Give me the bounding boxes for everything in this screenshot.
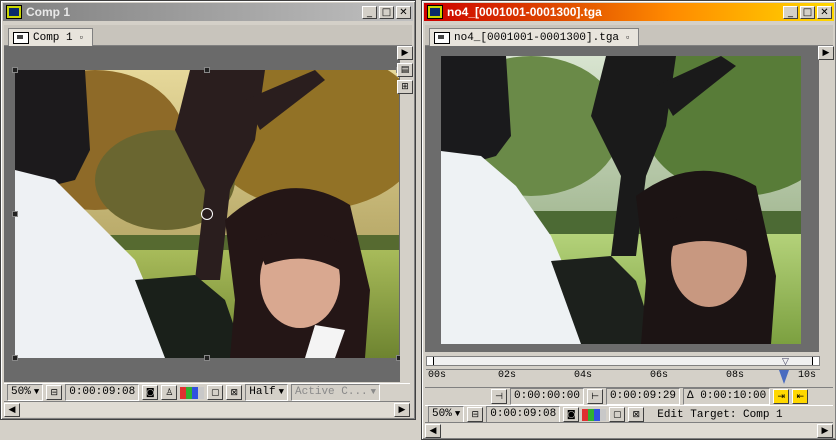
comp-side-tools: ▶ ▤ ⊞ <box>397 46 413 94</box>
current-time-marker-icon[interactable]: ▽ <box>782 356 789 367</box>
comp-tab-bar: Comp 1 ▫ <box>4 25 412 46</box>
minimize-icon[interactable]: _ <box>783 5 798 19</box>
tick-06s: 06s <box>650 370 669 381</box>
footage-viewer-controls: 50% ▼ ⊟ 0:00:09:08 ◙ ▢ ⊠ Edit Target: Com… <box>425 405 833 423</box>
camera-view-dropdown[interactable]: Active C... ▼ <box>291 384 381 401</box>
comp-navigator-icon[interactable]: ⊞ <box>397 80 413 94</box>
region-of-interest-icon[interactable]: ▢ <box>207 385 224 400</box>
close-icon[interactable]: ✕ <box>396 5 411 19</box>
resolution-dropdown[interactable]: Half ▼ <box>245 384 289 401</box>
tab-close-icon[interactable]: ▫ <box>79 33 84 43</box>
maximize-icon[interactable]: □ <box>379 5 394 19</box>
edit-target-label: Edit Target: Comp 1 <box>657 408 783 421</box>
current-time-display[interactable]: 0:00:09:08 <box>486 406 561 423</box>
layer-handle[interactable] <box>12 211 18 217</box>
magnification-dropdown[interactable]: 50% ▼ <box>7 384 44 401</box>
current-time-display[interactable]: 0:00:09:08 <box>65 384 140 401</box>
work-area-start-handle[interactable] <box>427 357 434 365</box>
comp-viewer-controls: 50% ▼ ⊟ 0:00:09:08 ◙ ♙ ▢ ⊠ Half ▼ Active C… <box>4 383 410 401</box>
tab-label: no4_[0001001-0001300].tga <box>454 31 620 44</box>
footage-window: no4_[0001001-0001300].tga _ □ ✕ no4_[000… <box>421 0 836 440</box>
maximize-icon[interactable]: □ <box>800 5 815 19</box>
tab-label: Comp 1 <box>33 31 73 44</box>
composition-icon <box>13 31 29 44</box>
layer-handle[interactable] <box>396 355 400 361</box>
color-channels-icon[interactable] <box>582 408 607 421</box>
footage-side-tools: ▶ <box>818 46 834 60</box>
window-title: Comp 1 <box>26 5 71 19</box>
comp-horizontal-scrollbar[interactable]: ◀ ▶ <box>4 401 410 417</box>
snapshot-icon[interactable]: ◙ <box>563 407 580 422</box>
tick-00s: 00s <box>428 370 447 381</box>
window-title: no4_[0001001-0001300].tga <box>447 5 602 19</box>
title-safe-icon[interactable]: ⊟ <box>467 407 484 422</box>
work-area-bar[interactable]: ▽ <box>426 356 820 366</box>
app-icon <box>6 5 22 19</box>
color-channels-icon[interactable] <box>180 386 205 399</box>
footage-icon <box>434 31 450 44</box>
layer-handle[interactable] <box>12 67 18 73</box>
layer-handle[interactable] <box>12 355 18 361</box>
comp-viewer[interactable] <box>4 46 400 382</box>
tab-close-icon[interactable]: ▫ <box>625 33 630 43</box>
show-snapshot-icon[interactable]: ♙ <box>161 385 178 400</box>
work-area-end-handle[interactable] <box>812 357 819 365</box>
transparency-grid-icon[interactable]: ⊠ <box>628 407 645 422</box>
region-of-interest-icon[interactable]: ▢ <box>609 407 626 422</box>
in-point-display[interactable]: 0:00:00:00 <box>510 388 585 405</box>
magnification-dropdown[interactable]: 50% ▼ <box>428 406 465 423</box>
scroll-left-icon[interactable]: ◀ <box>425 423 441 438</box>
tab-comp-1[interactable]: Comp 1 ▫ <box>8 28 94 46</box>
time-ruler[interactable]: 00s 02s 04s 06s 08s 10s <box>426 369 820 386</box>
layer-handle[interactable] <box>204 355 210 361</box>
playhead-icon[interactable] <box>779 370 789 384</box>
out-point-display[interactable]: 0:00:09:29 <box>606 388 681 405</box>
comp-window: Comp 1 _ □ ✕ Comp 1 ▫ ▶ ▤ ⊞ 50% ▼ ⊟ 0:00… <box>0 0 416 420</box>
close-icon[interactable]: ✕ <box>817 5 832 19</box>
footage-viewer[interactable] <box>425 46 819 352</box>
footage-photo <box>441 56 801 344</box>
footage-horizontal-scrollbar[interactable]: ◀ ▶ <box>425 422 833 438</box>
set-in-point-icon[interactable]: ⊣ <box>491 389 507 404</box>
minimize-icon[interactable]: _ <box>362 5 377 19</box>
footage-trim-controls: ⊣ 0:00:00:00 ⊢ 0:00:09:29 Δ 0:00:10:00 ⇥… <box>425 387 833 405</box>
footage-tab-bar: no4_[0001001-0001300].tga ▫ <box>425 25 833 46</box>
ripple-insert-icon[interactable]: ⇥ <box>773 389 790 404</box>
duration-display: Δ 0:00:10:00 <box>683 388 771 405</box>
flowchart-icon[interactable]: ▤ <box>397 63 413 77</box>
footage-title-bar[interactable]: no4_[0001001-0001300].tga _ □ ✕ <box>424 3 834 21</box>
snapshot-icon[interactable]: ◙ <box>142 385 159 400</box>
layer-handle[interactable] <box>204 67 210 73</box>
panel-menu-icon[interactable]: ▶ <box>818 46 834 60</box>
tab-footage[interactable]: no4_[0001001-0001300].tga ▫ <box>429 28 640 46</box>
comp-title-bar[interactable]: Comp 1 _ □ ✕ <box>3 3 413 21</box>
tick-10s: 10s <box>798 370 817 381</box>
title-safe-icon[interactable]: ⊟ <box>46 385 63 400</box>
scroll-right-icon[interactable]: ▶ <box>817 423 833 438</box>
overlay-edit-icon[interactable]: ⇤ <box>792 389 809 404</box>
scroll-right-icon[interactable]: ▶ <box>394 402 410 417</box>
tick-08s: 08s <box>726 370 745 381</box>
tick-04s: 04s <box>574 370 593 381</box>
app-icon <box>427 5 443 19</box>
transparency-grid-icon[interactable]: ⊠ <box>226 385 243 400</box>
panel-menu-icon[interactable]: ▶ <box>397 46 413 60</box>
set-out-point-icon[interactable]: ⊢ <box>587 389 604 404</box>
footage-frame-image <box>441 56 801 344</box>
scroll-left-icon[interactable]: ◀ <box>4 402 20 417</box>
tick-02s: 02s <box>498 370 517 381</box>
anchor-point-icon[interactable] <box>201 208 213 220</box>
